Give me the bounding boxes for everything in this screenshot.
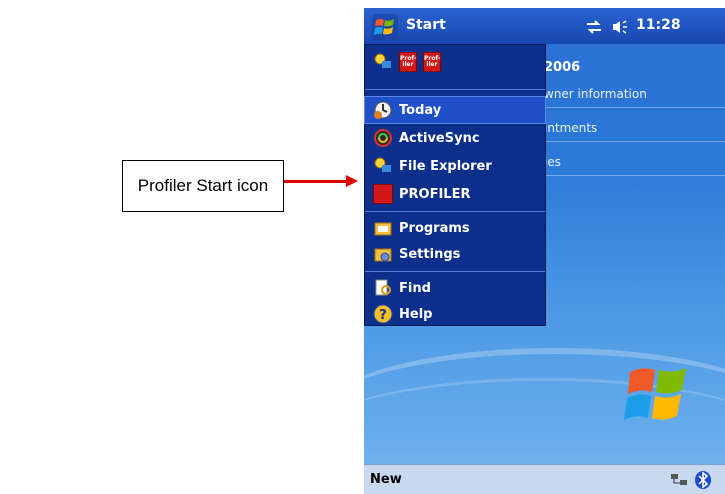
windows-logo-icon [624,368,686,420]
menu-separator [365,271,545,272]
menu-item-settings[interactable]: Settings [365,241,545,267]
today-row-label: intments [544,121,598,135]
volume-icon[interactable] [611,19,629,35]
today-row-label: ies [544,155,561,169]
start-menu: Prof-iler Prof-iler Today ActiveSync Fil… [364,44,546,326]
menu-item-label: Settings [399,246,461,262]
menu-separator [365,89,545,90]
menu-item-label: Today [399,102,442,118]
annotation-arrow-line [284,180,348,183]
profiler-recent-label: Prof-iler [400,55,417,68]
menu-separator [365,211,545,212]
bottom-menu-bar: New [364,464,725,494]
annotation-arrow-head [346,175,358,187]
start-flag-icon[interactable] [372,14,398,40]
menu-item-label: Programs [399,220,470,236]
menu-item-activesync[interactable]: ActiveSync [365,125,545,151]
menu-item-help[interactable]: ? Help [365,301,545,327]
annotation-callout: Profiler Start icon [122,160,284,212]
network-icon[interactable] [670,472,688,488]
menu-item-label: File Explorer [399,158,492,174]
annotation-label: Profiler Start icon [137,176,269,195]
menu-item-label: ActiveSync [399,130,480,146]
connectivity-icon[interactable] [585,20,603,34]
profiler-recent-icon[interactable]: Prof-iler [399,52,417,72]
menu-item-find[interactable]: Find [365,275,545,301]
help-icon: ? [373,304,393,324]
profiler-recent-icon[interactable]: Prof-iler [423,52,441,72]
file-explorer-icon [374,157,391,172]
settings-icon [374,248,392,262]
recent-programs-row: Prof-iler Prof-iler [365,47,545,77]
titlebar: Start 11:28 [364,8,725,44]
file-explorer-icon[interactable] [373,52,393,72]
new-softkey[interactable]: New [370,472,402,487]
device-screen: 2006 wner information intments ies Start… [364,8,725,494]
menu-item-label: PROFILER [399,186,471,202]
menu-item-today[interactable]: Today [364,96,546,124]
programs-icon [374,222,392,236]
bluetooth-icon[interactable] [694,470,712,490]
menu-item-label: Help [399,306,433,322]
menu-item-profiler[interactable]: PROFILER [365,181,545,207]
today-row-label: wner information [544,87,647,101]
menu-item-label: Find [399,280,431,296]
profiler-recent-label: Prof-iler [424,55,441,68]
menu-item-file-explorer[interactable]: File Explorer [365,153,545,179]
find-icon [375,279,391,296]
activesync-icon [374,129,392,147]
clock[interactable]: 11:28 [636,17,681,33]
svg-text:?: ? [379,308,387,323]
start-label[interactable]: Start [406,17,446,33]
menu-item-programs[interactable]: Programs [365,215,545,241]
today-icon [374,101,392,119]
profiler-icon [373,184,393,204]
today-date: 2006 [544,60,581,75]
